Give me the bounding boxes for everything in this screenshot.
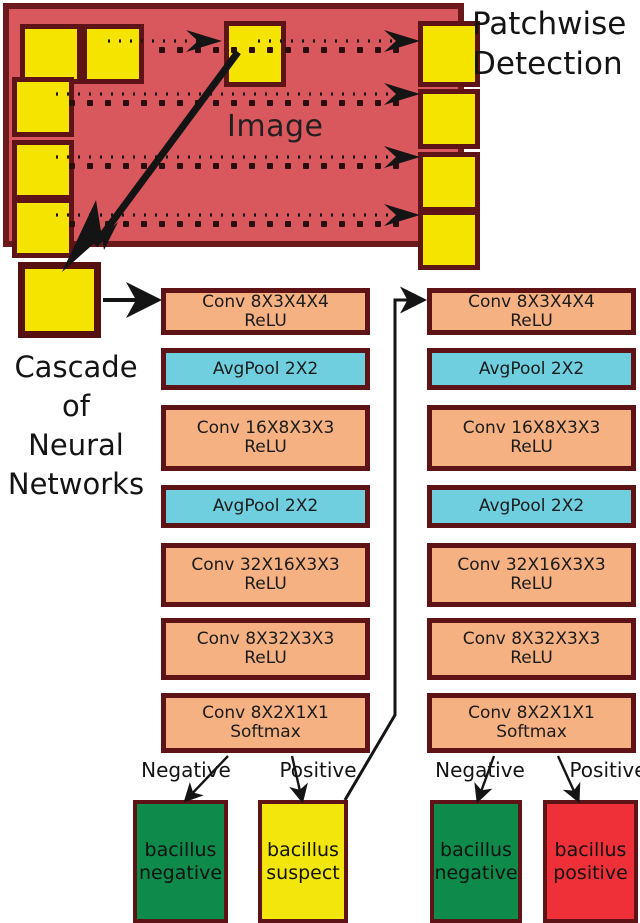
figure-canvas: Image Patchwise Detection Cascade of Neu… <box>0 0 640 923</box>
suspect-to-second-network-connector <box>343 286 427 801</box>
patch-extraction-arrow <box>62 49 241 272</box>
connector-layer <box>56 30 581 804</box>
branch-arrows <box>183 755 581 804</box>
scan-arrowheads <box>186 30 420 226</box>
